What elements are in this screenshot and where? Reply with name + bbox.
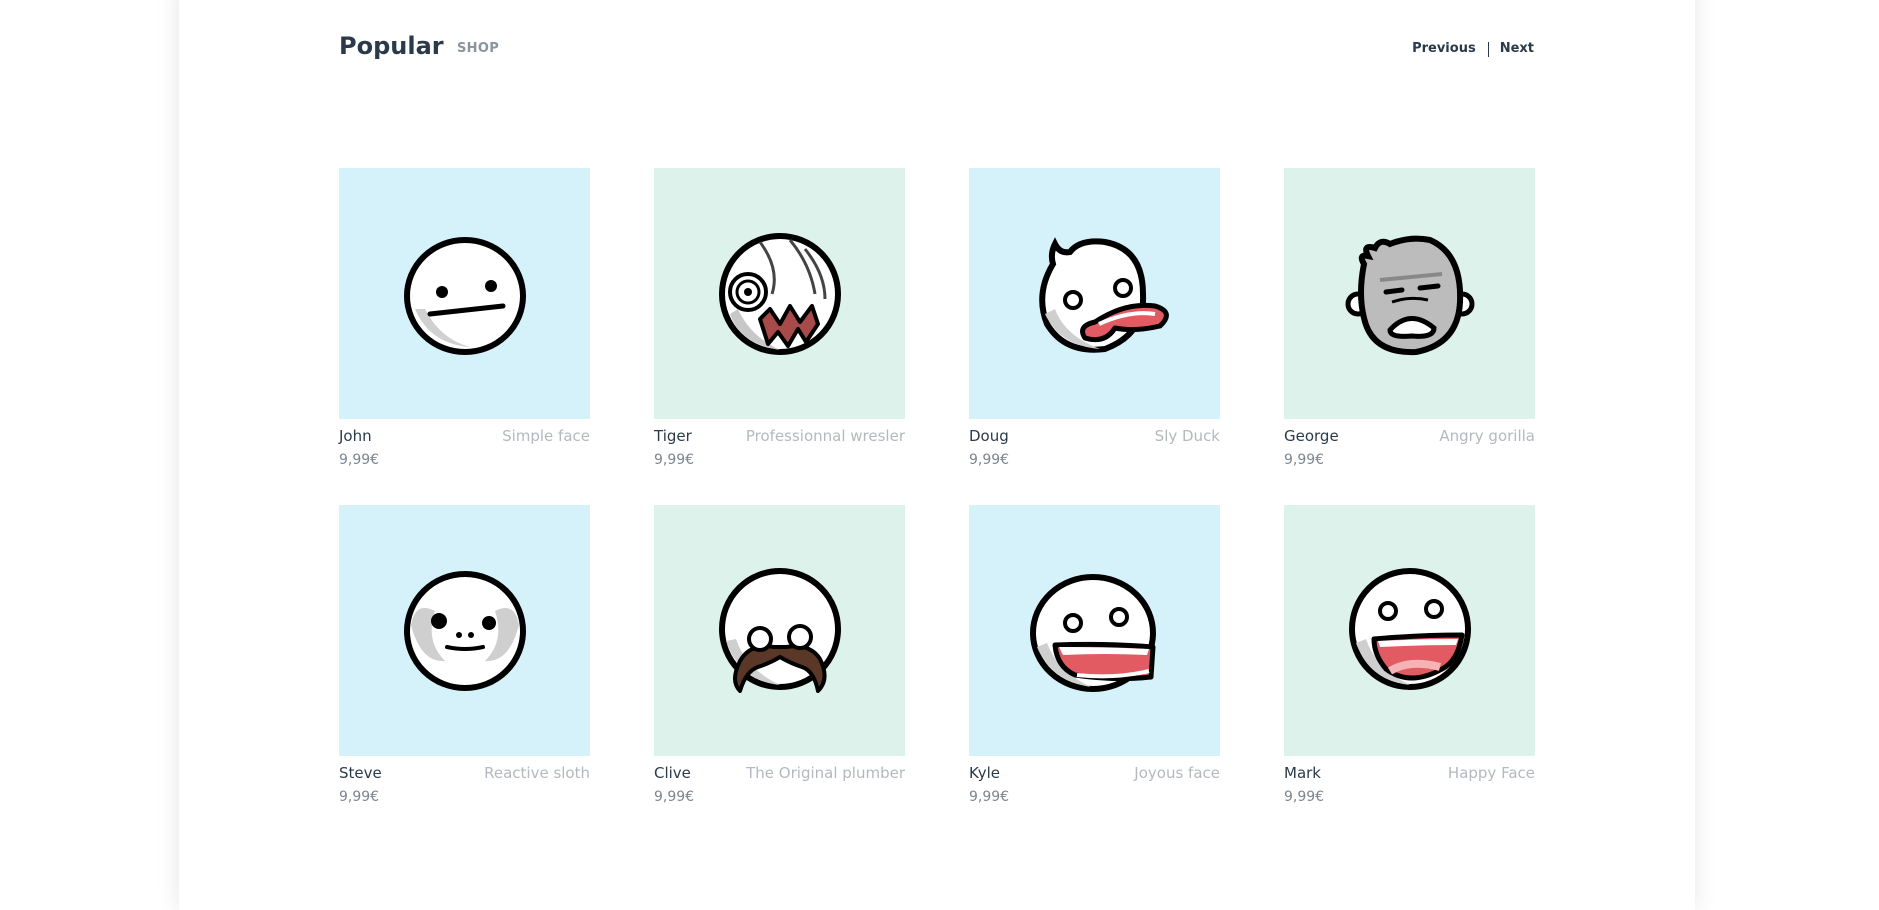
product-price: 9,99€ <box>1284 789 1325 805</box>
product-card[interactable]: Clive The Original plumber 9,99€ <box>654 505 905 805</box>
product-card[interactable]: Steve Reactive sloth 9,99€ <box>339 505 590 805</box>
product-description: Sly Duck <box>1154 427 1220 445</box>
product-card[interactable]: Mark Happy Face 9,99€ <box>1284 505 1535 805</box>
product-name[interactable]: Clive <box>654 763 691 783</box>
product-description: The Original plumber <box>746 764 905 782</box>
product-price: 9,99€ <box>969 789 1010 805</box>
product-card[interactable]: Doug Sly Duck 9,99€ <box>969 168 1220 468</box>
product-image[interactable] <box>339 505 590 756</box>
shop-content: Popular SHOP Previous Next John Simple f… <box>339 0 1535 891</box>
mustache-face-icon <box>718 567 841 693</box>
product-image[interactable] <box>969 505 1220 756</box>
product-name[interactable]: Tiger <box>654 426 692 446</box>
shop-header: Popular SHOP Previous Next <box>339 0 1534 60</box>
product-image[interactable] <box>654 168 905 419</box>
gorilla-face-icon <box>1345 235 1474 355</box>
pager-separator <box>1487 41 1489 57</box>
product-name[interactable]: Mark <box>1284 763 1321 783</box>
product-description: Joyous face <box>1134 764 1220 782</box>
product-name[interactable]: Kyle <box>969 763 1000 783</box>
sloth-face-icon <box>403 570 526 691</box>
simple-face-icon <box>403 236 526 355</box>
product-price: 9,99€ <box>654 789 695 805</box>
product-price: 9,99€ <box>339 452 380 468</box>
shop-panel: Popular SHOP Previous Next John Simple f… <box>179 0 1695 910</box>
pagination: Previous Next <box>1412 40 1534 58</box>
product-card[interactable]: John Simple face 9,99€ <box>339 168 590 468</box>
product-card[interactable]: George Angry gorilla 9,99€ <box>1284 168 1535 468</box>
product-description: Happy Face <box>1447 764 1535 782</box>
previous-link[interactable]: Previous <box>1412 40 1476 58</box>
product-description: Angry gorilla <box>1439 427 1535 445</box>
product-image[interactable] <box>1284 168 1535 419</box>
duck-face-icon <box>1038 236 1169 353</box>
product-description: Simple face <box>502 427 590 445</box>
product-image[interactable] <box>1284 505 1535 756</box>
product-description: Reactive sloth <box>484 764 590 782</box>
product-price: 9,99€ <box>654 452 695 468</box>
joyous-face-icon <box>1029 573 1156 692</box>
product-image[interactable] <box>969 168 1220 419</box>
page-subtitle: SHOP <box>457 41 500 56</box>
product-price: 9,99€ <box>1284 452 1325 468</box>
product-name[interactable]: Steve <box>339 763 382 783</box>
product-price: 9,99€ <box>339 789 380 805</box>
product-image[interactable] <box>339 168 590 419</box>
page-title: Popular <box>339 32 444 60</box>
happy-face-icon <box>1348 567 1471 690</box>
product-name[interactable]: John <box>339 426 372 446</box>
product-description: Professionnal wresler <box>745 427 905 445</box>
product-name[interactable]: George <box>1284 426 1339 446</box>
product-card[interactable]: Tiger Professionnal wresler 9,99€ <box>654 168 905 468</box>
next-link[interactable]: Next <box>1500 40 1534 58</box>
product-image[interactable] <box>654 505 905 756</box>
wrestler-mask-icon <box>718 232 841 355</box>
product-price: 9,99€ <box>969 452 1010 468</box>
product-name[interactable]: Doug <box>969 426 1009 446</box>
product-card[interactable]: Kyle Joyous face 9,99€ <box>969 505 1220 805</box>
